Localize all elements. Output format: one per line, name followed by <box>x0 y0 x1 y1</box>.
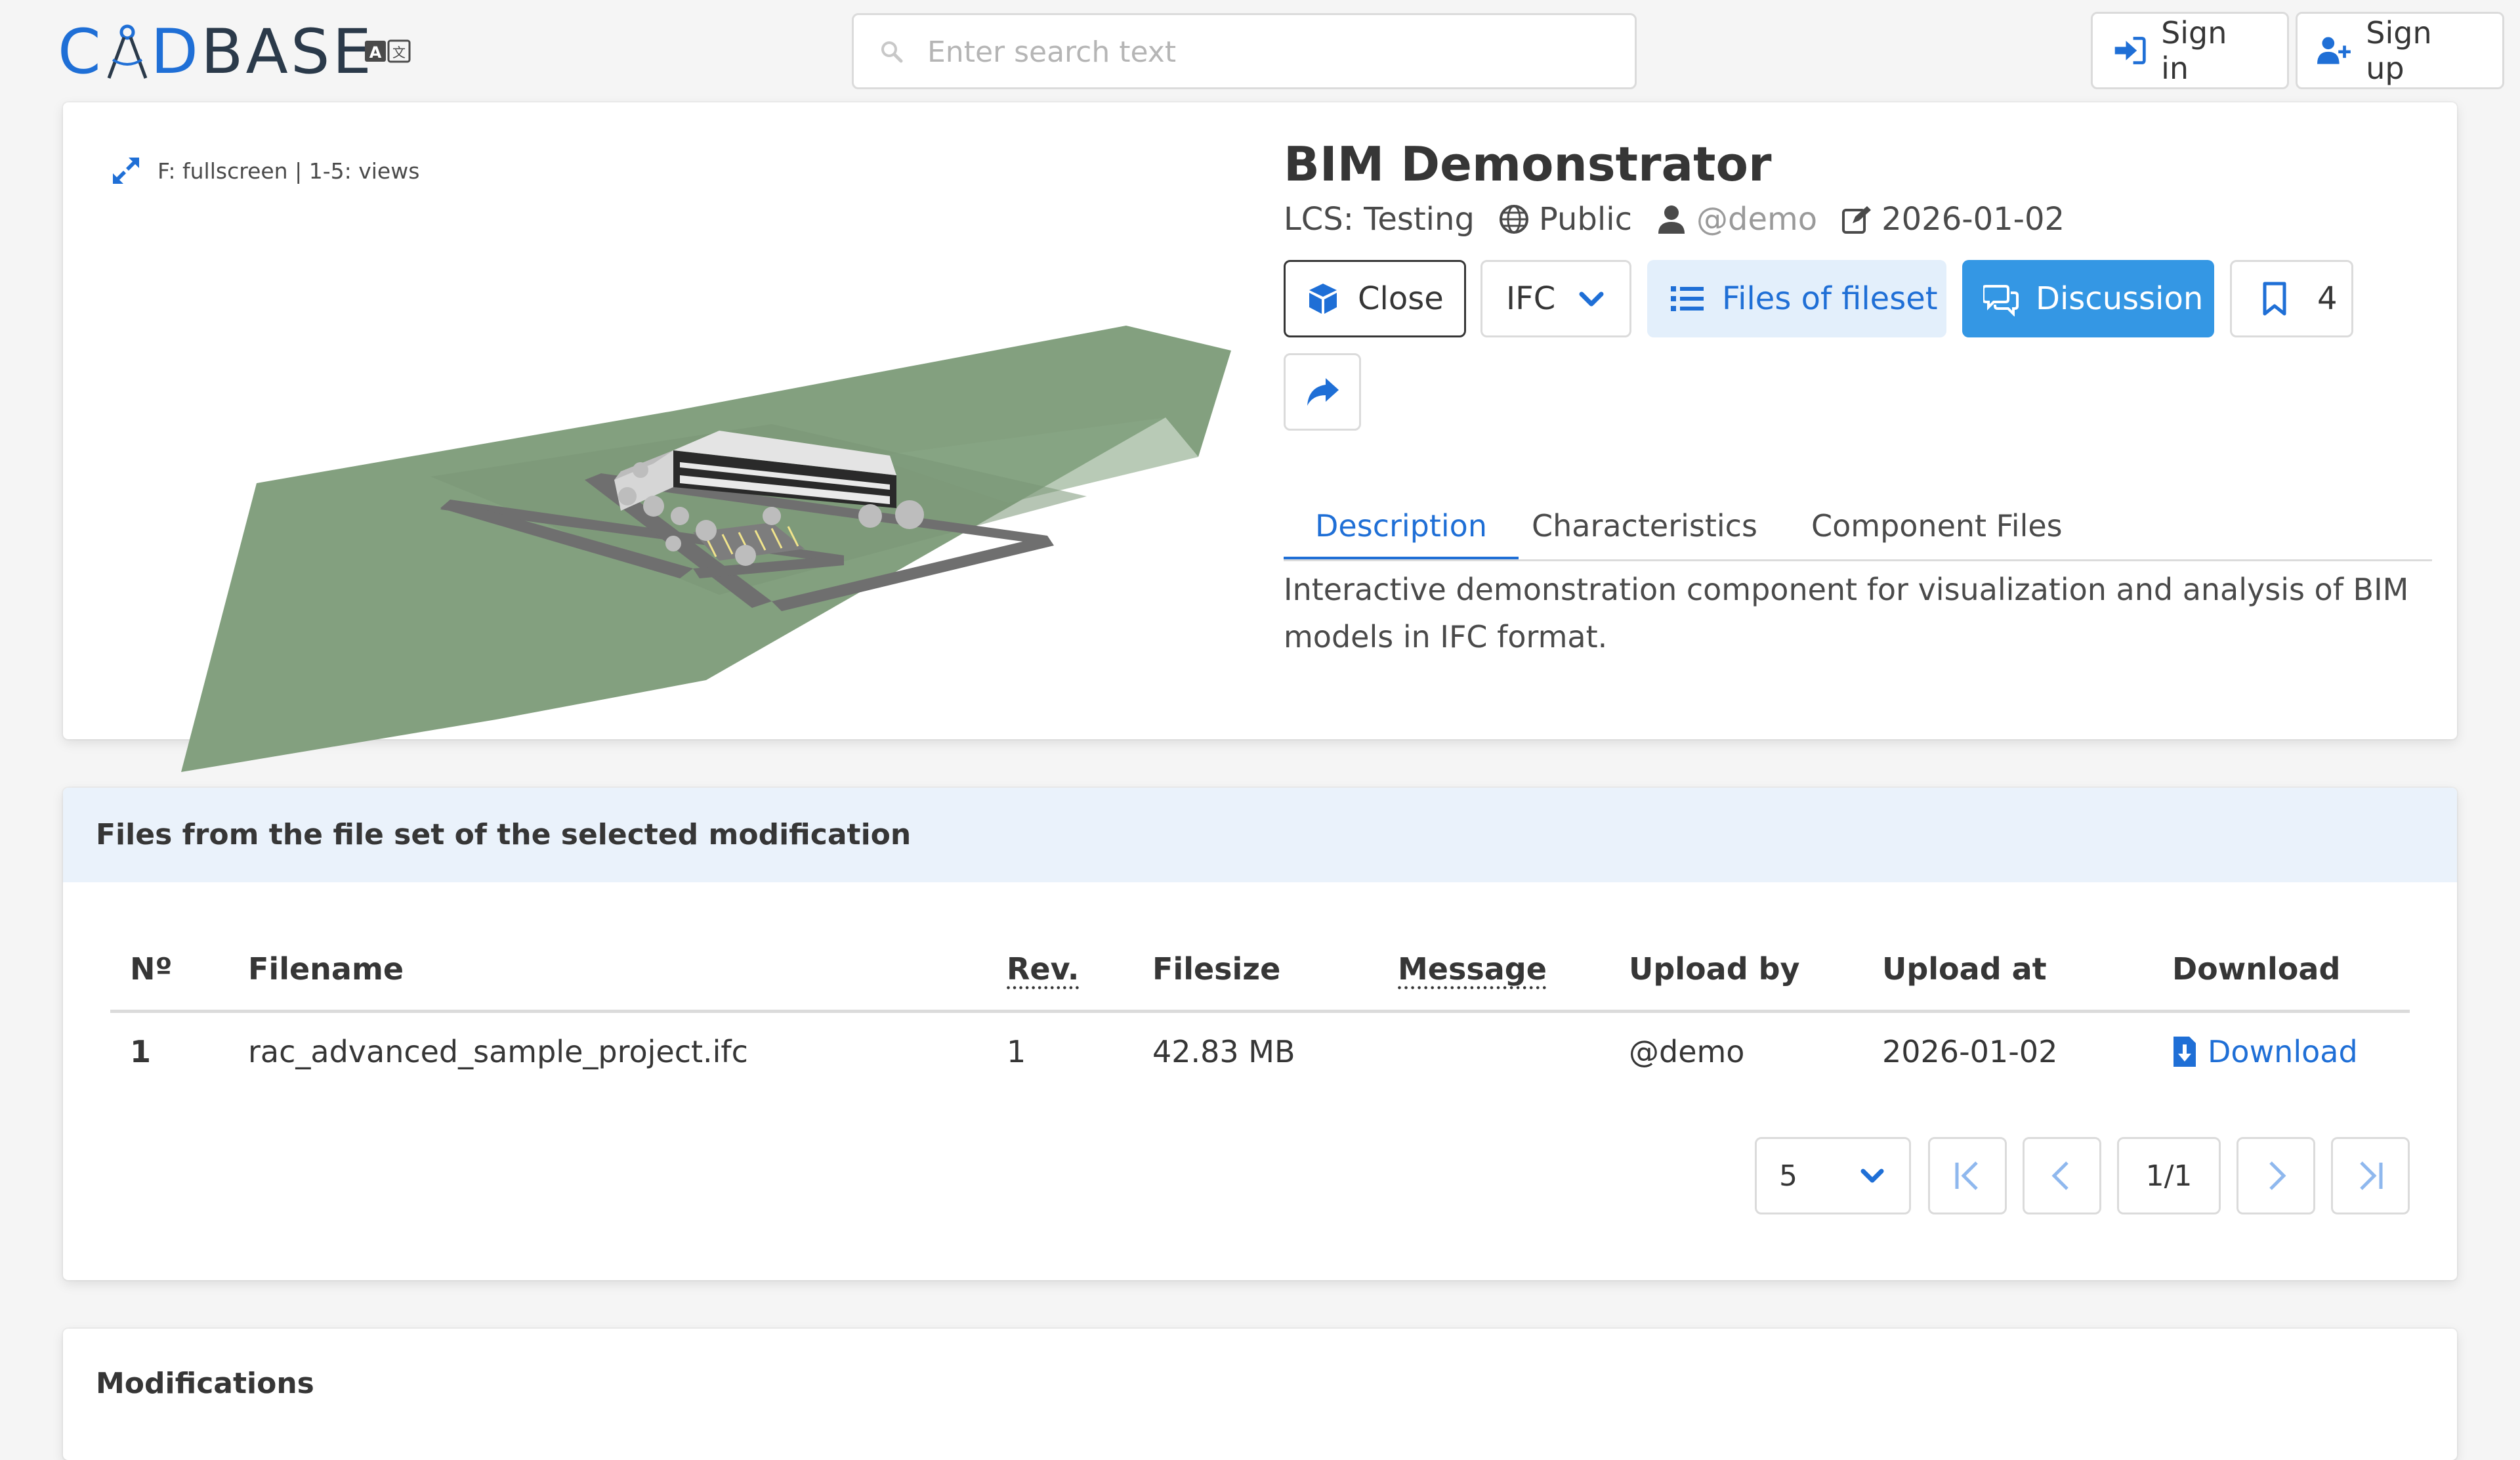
col-filename: Filename <box>248 951 404 987</box>
tab-characteristics[interactable]: Characteristics <box>1500 492 1789 559</box>
svg-text:文: 文 <box>392 45 406 60</box>
sign-in-icon <box>2114 37 2146 64</box>
bookmark-button[interactable]: 4 <box>2230 260 2353 337</box>
col-message: Message <box>1398 951 1547 987</box>
row-number: 1 <box>130 1034 152 1069</box>
table-row: 1 rac_advanced_sample_project.ifc 1 42.8… <box>110 1011 2410 1094</box>
files-panel-header: Files from the file set of the selected … <box>63 788 2457 882</box>
download-link[interactable]: Download <box>2172 1011 2358 1092</box>
logo[interactable]: C DBASE <box>58 20 374 85</box>
owner-link[interactable]: @demo <box>1696 201 1817 238</box>
prev-page-button[interactable] <box>2023 1137 2101 1214</box>
tab-description[interactable]: Description <box>1284 492 1519 559</box>
translate-icon[interactable]: A 文 <box>365 38 411 64</box>
search-box[interactable] <box>852 13 1637 89</box>
row-upload-by: @demo <box>1629 1034 1745 1069</box>
globe-icon <box>1499 205 1528 234</box>
navbar: CDBASE A 文 Sign in Sign up <box>0 0 2520 103</box>
close-button[interactable]: Close <box>1284 260 1466 337</box>
model-viewer-3d[interactable] <box>181 299 1297 798</box>
chevron-down-icon <box>1860 1169 1884 1183</box>
col-filesize: Filesize <box>1152 951 1281 987</box>
chevron-down-icon <box>1579 291 1604 307</box>
sign-up-button[interactable]: Sign up <box>2296 12 2504 89</box>
per-page-value: 5 <box>1779 1159 1797 1193</box>
discussion-button[interactable]: Discussion <box>1962 260 2214 337</box>
share-button[interactable] <box>1284 353 1361 431</box>
discussion-label: Discussion <box>2036 280 2204 317</box>
modifications-title: Modifications <box>96 1367 314 1400</box>
first-page-icon <box>1955 1161 1978 1190</box>
page-indicator: 1/1 <box>2117 1137 2221 1214</box>
bookmark-icon <box>2263 282 2286 316</box>
table-header: Nº Filename Rev. Filesize Message Upload… <box>110 928 2410 1013</box>
files-panel-title: Files from the file set of the selected … <box>96 818 912 851</box>
per-page-select[interactable]: 5 <box>1755 1137 1911 1214</box>
updated-date: 2026-01-02 <box>1881 201 2065 238</box>
next-page-icon <box>2269 1161 2286 1190</box>
component-card: F: fullscreen | 1-5: views BIM Demonstra… <box>63 102 2457 772</box>
files-label: Files of fileset <box>1722 280 1938 317</box>
visibility-label: Public <box>1538 201 1632 238</box>
col-download: Download <box>2172 951 2341 987</box>
edit-icon <box>1842 206 1872 234</box>
sign-in-label: Sign in <box>2161 15 2227 86</box>
user-plus-icon <box>2317 37 2351 64</box>
last-page-button[interactable] <box>2331 1137 2410 1214</box>
col-upload-by: Upload by <box>1629 951 1800 987</box>
page-indicator-text: 1/1 <box>2145 1159 2193 1193</box>
bookmark-count: 4 <box>2317 280 2338 317</box>
files-of-fileset-button[interactable]: Files of fileset <box>1647 260 1946 337</box>
component-meta: LCS: Testing Public @demo 2026-01-02 <box>1284 201 2065 238</box>
files-panel: Files from the file set of the selected … <box>63 788 2457 1280</box>
viewer-hint-text: F: fullscreen | 1-5: views <box>158 158 420 184</box>
close-label: Close <box>1358 280 1444 317</box>
row-filesize: 42.83 MB <box>1152 1034 1295 1069</box>
lcs-label: LCS: Testing <box>1284 201 1475 238</box>
cube-icon <box>1309 284 1337 314</box>
row-filename: rac_advanced_sample_project.ifc <box>248 1034 748 1069</box>
tab-component-files[interactable]: Component Files <box>1780 492 2094 559</box>
viewer-hint: F: fullscreen | 1-5: views <box>109 154 419 188</box>
component-tabs: Description Characteristics Component Fi… <box>1284 492 2432 561</box>
row-revision: 1 <box>1007 1034 1026 1069</box>
search-input[interactable] <box>926 22 1624 82</box>
col-number: Nº <box>130 951 173 987</box>
download-label: Download <box>2208 1034 2358 1069</box>
sign-in-button[interactable]: Sign in <box>2091 12 2289 89</box>
list-icon <box>1671 286 1704 311</box>
search-icon <box>881 41 903 63</box>
sign-up-label: Sign up <box>2366 15 2432 86</box>
modifications-panel: Modifications <box>63 1329 2457 1460</box>
share-icon <box>1307 378 1339 406</box>
col-revision: Rev. <box>1007 951 1080 987</box>
prev-page-icon <box>2051 1161 2068 1190</box>
svg-text:A: A <box>369 43 382 62</box>
format-value: IFC <box>1506 280 1556 317</box>
next-page-button[interactable] <box>2236 1137 2315 1214</box>
user-icon <box>1658 205 1685 234</box>
logo-text: C DBASE <box>58 16 374 88</box>
expand-icon[interactable] <box>109 154 143 188</box>
component-description: Interactive demonstration component for … <box>1284 572 2409 655</box>
first-page-button[interactable] <box>1928 1137 2007 1214</box>
last-page-icon <box>2360 1161 2383 1190</box>
component-title: BIM Demonstrator <box>1284 137 1772 192</box>
row-upload-at: 2026-01-02 <box>1882 1034 2058 1069</box>
comments-icon <box>1983 285 2019 316</box>
file-download-icon <box>2174 1037 2196 1067</box>
col-upload-at: Upload at <box>1882 951 2047 987</box>
format-select[interactable]: IFC <box>1480 260 1631 337</box>
compass-logo-icon <box>107 24 147 79</box>
